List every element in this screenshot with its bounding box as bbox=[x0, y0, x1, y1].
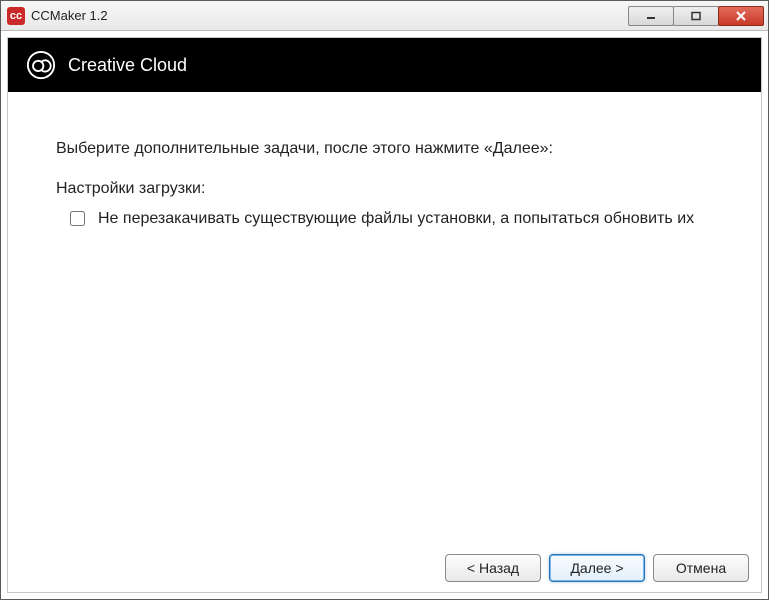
maximize-button[interactable] bbox=[673, 6, 719, 26]
app-window: cc CCMaker 1.2 Creative Cloud bbox=[0, 0, 769, 600]
checkbox-label: Не перезакачивать существующие файлы уст… bbox=[98, 208, 723, 230]
instruction-text: Выберите дополнительные задачи, после эт… bbox=[56, 140, 723, 158]
title-bar: cc CCMaker 1.2 bbox=[1, 1, 768, 31]
checkbox-row[interactable]: Не перезакачивать существующие файлы уст… bbox=[66, 208, 723, 230]
wizard-buttons: < Назад Далее > Отмена bbox=[8, 544, 761, 592]
section-label: Настройки загрузки: bbox=[56, 180, 723, 198]
creative-cloud-icon bbox=[26, 50, 56, 80]
wizard-body: Выберите дополнительные задачи, после эт… bbox=[8, 92, 761, 544]
wizard-frame: Creative Cloud Выберите дополнительные з… bbox=[7, 37, 762, 593]
window-controls bbox=[629, 6, 764, 26]
wizard-header: Creative Cloud bbox=[8, 38, 761, 92]
back-button[interactable]: < Назад bbox=[445, 554, 541, 582]
window-title: CCMaker 1.2 bbox=[31, 8, 629, 23]
product-name: Creative Cloud bbox=[68, 55, 187, 76]
minimize-button[interactable] bbox=[628, 6, 674, 26]
no-redownload-checkbox[interactable] bbox=[70, 211, 85, 226]
app-icon: cc bbox=[7, 7, 25, 25]
close-button[interactable] bbox=[718, 6, 764, 26]
next-button[interactable]: Далее > bbox=[549, 554, 645, 582]
cancel-button[interactable]: Отмена bbox=[653, 554, 749, 582]
